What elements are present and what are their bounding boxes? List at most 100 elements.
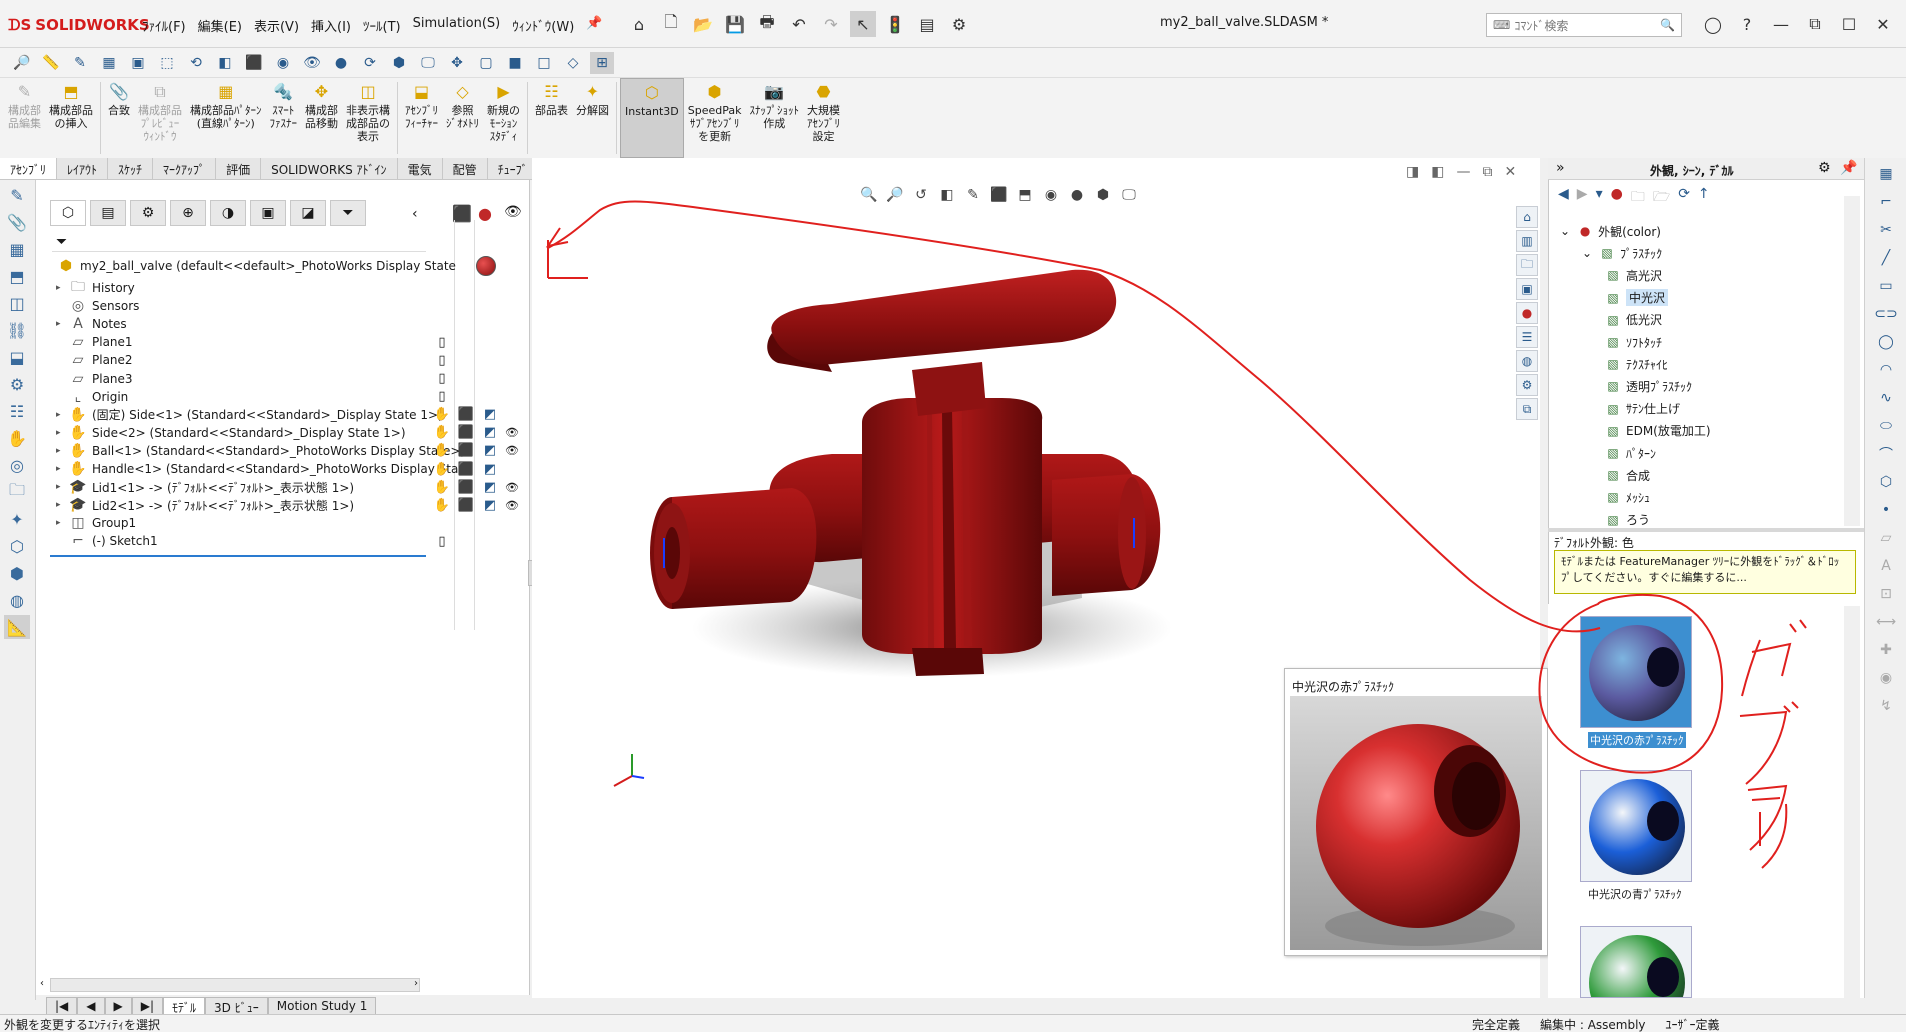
user-icon[interactable]: ◯ [1700,11,1726,37]
repair-icon[interactable]: ✚ [1871,638,1901,662]
pattern-tool-icon[interactable]: ▦ [4,237,30,261]
display-mode-icon[interactable]: ⬛ [456,495,476,515]
appearance-category-item[interactable]: ▧ 高光沢 [1604,264,1662,286]
hand-icon[interactable]: ✋ [4,426,30,450]
dimxpert-tab-icon[interactable]: ⊕ [170,200,206,226]
close-icon[interactable]: ✕ [1870,11,1896,37]
eye-icon[interactable]: 👁 [502,495,522,515]
display-style-icon[interactable]: ◉ [271,52,295,74]
tile-windows-icon[interactable]: ⧉ [1802,11,1828,37]
forward-icon[interactable]: ▶ [1577,186,1588,210]
cmd-assembly-feature[interactable]: ⬓ ｱｾﾝﾌﾞﾘ ﾌｨｰﾁｬｰ [401,78,442,158]
menu-window[interactable]: ｳｨﾝﾄﾞｳ(W) [508,14,578,37]
collapse-arrow-icon[interactable]: ⌄ [1582,246,1592,260]
tab-2[interactable]: ｽｹｯﾁ [108,158,154,179]
circle-icon[interactable]: ◯ [1871,330,1901,354]
save-icon[interactable]: 💾 [722,11,748,37]
visibility-icon[interactable]: ▯ [432,332,452,352]
clear-icon[interactable]: ✎ [68,52,92,74]
tab-4[interactable]: 評価 [216,158,262,179]
panel-expand-icon[interactable]: » [1556,160,1565,176]
expand-arrow-icon[interactable]: ▸ [56,482,68,492]
appearance-state-icon[interactable]: ◩ [480,423,500,443]
expand-arrow-icon[interactable]: ▸ [56,500,68,510]
appearance-category-item[interactable]: ▧ 合成 [1604,464,1650,486]
redo-icon[interactable]: ↷ [818,11,844,37]
cmd-reference-geometry[interactable]: ◇ 参照 ｼﾞｵﾒﾄﾘ [442,78,483,158]
menu-file[interactable]: ﾌｧｲﾙ(F) [138,14,190,37]
help-icon[interactable]: ? [1734,11,1760,37]
sketch-grid-icon[interactable]: ▦ [1871,162,1901,186]
expand-arrow-icon[interactable]: ▸ [56,319,68,329]
ellipse-icon[interactable]: ⬭ [1871,414,1901,438]
trim-icon[interactable]: ✂ [1871,218,1901,242]
move-icon[interactable]: ✥ [445,52,469,74]
bom-tool-icon[interactable]: ☷ [4,399,30,423]
cmd-speedpak[interactable]: ⬢ SpeedPak ｻﾌﾞｱｾﾝﾌﾞﾘ を更新 [684,78,746,158]
refresh-icon[interactable]: ⟳ [1678,186,1690,210]
rectangle-icon[interactable]: ▭ [1871,274,1901,298]
quick-snap-icon[interactable]: ◉ [1871,666,1901,690]
print-icon[interactable]: 🖶 [754,11,780,37]
line-icon[interactable]: ╱ [1871,246,1901,270]
appearance-ball-icon[interactable] [476,256,496,276]
part-state-icon[interactable]: ✋ [432,477,452,497]
mirror-icon[interactable]: ⟷ [1871,610,1901,634]
eye-icon[interactable]: 👁 [502,423,522,443]
cmd-exploded-view[interactable]: ✦ 分解図 [572,78,613,158]
appearances-tree-scrollbar[interactable] [1844,196,1860,526]
expand-arrow-icon[interactable]: ▸ [56,428,68,438]
dropdown-icon[interactable]: ▾ [1596,186,1603,210]
maximize-icon[interactable]: ☐ [1836,11,1862,37]
cmd-motion-study[interactable]: ▶ 新規の ﾓｰｼｮﾝ ｽﾀﾃﾞｨ [483,78,524,158]
display-pane-appearance-icon[interactable]: ● [478,204,492,223]
cmd-bom[interactable]: ☷ 部品表 [531,78,572,158]
expand-arrow-icon[interactable]: ▸ [56,283,68,293]
appearance-swatch[interactable] [1580,770,1692,882]
appearance-category-item[interactable]: ▧ EDM(放電加工) [1604,420,1710,442]
arc-icon[interactable]: ◠ [1871,358,1901,382]
cmd-edit-component[interactable]: ✎ 構成部 品編集 [4,78,45,158]
config-tab-icon[interactable]: ⚙ [130,200,166,226]
tab-6[interactable]: 電気 [398,158,443,179]
polygon-icon[interactable]: ⬡ [1871,470,1901,494]
display-mode-icon[interactable]: ⬛ [456,405,476,425]
display-tab-icon[interactable]: ◑ [210,200,246,226]
insert-part-icon[interactable]: ⬒ [4,264,30,288]
panel-pin-icon[interactable]: 📌 [1840,160,1857,176]
cube-iso-icon[interactable]: ◇ [561,52,585,74]
section-icon[interactable]: ▦ [97,52,121,74]
tab-1[interactable]: ﾚｲｱｳﾄ [57,158,109,179]
rollback-bar[interactable] [50,554,426,557]
appearance-folder-root[interactable]: ⌄ ● 外観(color) [1560,220,1661,242]
cube-front-icon[interactable]: □ [532,52,556,74]
appearance-category-item[interactable]: ▧ ｻﾃﾝ仕上げ [1604,398,1680,420]
sensor-tool-icon[interactable]: ◎ [4,453,30,477]
property-tab-icon[interactable]: ▤ [90,200,126,226]
measure-icon[interactable]: 📏 [39,52,63,74]
cmd-pattern[interactable]: ▦ 構成部品ﾊﾟﾀｰﾝ (直線ﾊﾟﾀｰﾝ) [186,78,266,158]
appearance-category-item[interactable]: ▧ ﾒｯｼｭ [1604,486,1650,508]
expand-arrow-icon[interactable]: ▸ [56,446,68,456]
filter-tab-icon[interactable]: ⏷ [330,200,366,226]
new-document-icon[interactable]: 🗋 [658,11,684,37]
zoom-to-fit-icon[interactable]: 🔎 [10,52,34,74]
eye-icon[interactable]: 👁 [502,477,522,497]
undo-icon[interactable]: ↶ [786,11,812,37]
cmd-insert-component[interactable]: ⬒ 構成部品 の挿入 [45,78,97,158]
explode-tool-icon[interactable]: ✦ [4,507,30,531]
scene-icon[interactable]: ⬢ [387,52,411,74]
link-icon[interactable]: ⛓ [4,318,30,342]
menu-insert[interactable]: 挿入(I) [307,14,355,37]
appearance-state-icon[interactable]: ◩ [480,441,500,461]
mate-tool-icon[interactable]: 📎 [4,210,30,234]
pin-icon[interactable]: 📌 [582,14,606,37]
appearances-root-icon[interactable]: ● [1611,186,1623,210]
photoview-tab-icon[interactable]: ◪ [290,200,326,226]
cube-solid-icon[interactable]: ■ [503,52,527,74]
rotate-icon[interactable]: ⟳ [358,52,382,74]
cmd-smart-fastener[interactable]: 🔩 ｽﾏｰﾄ ﾌｧｽﾅｰ [266,78,302,158]
menu-view[interactable]: 表示(V) [250,14,303,37]
expand-arrow-icon[interactable]: ▸ [56,518,68,528]
appearance-category-item[interactable]: ▧ ﾊﾟﾀｰﾝ [1604,442,1656,464]
